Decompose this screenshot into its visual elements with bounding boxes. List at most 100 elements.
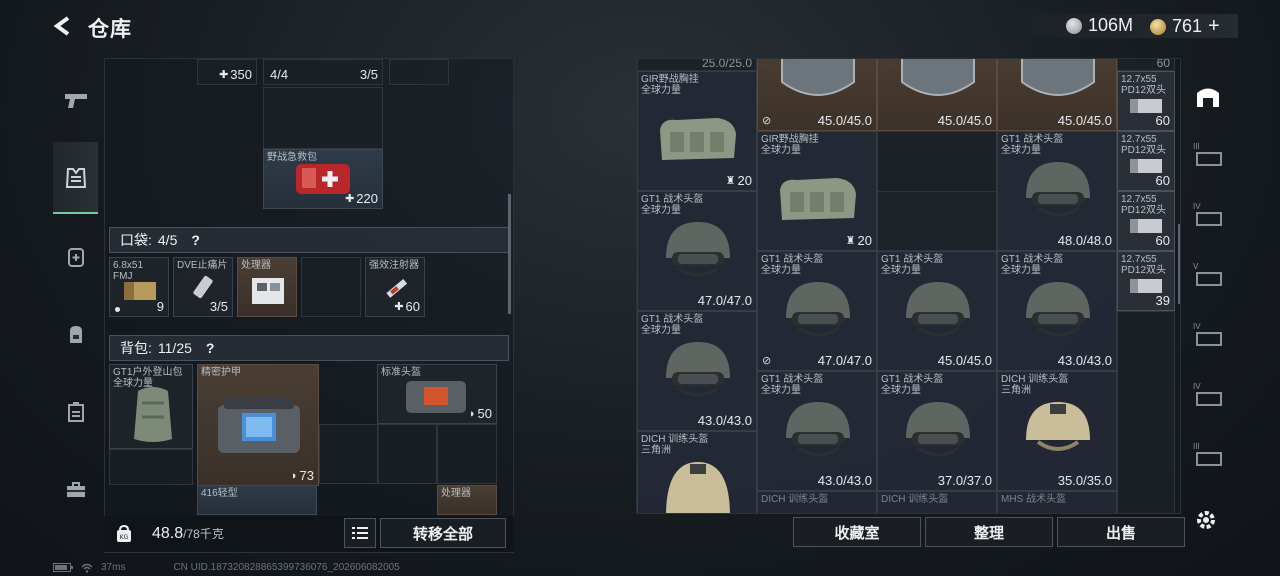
collection-room-button[interactable]: 收藏室 — [793, 517, 921, 547]
stash-item-helmet[interactable]: GT1 战术头盔 全球力量 45.0/45.0 — [877, 251, 997, 371]
item-name: GT1 战术头盔 全球力量 — [641, 314, 704, 336]
item-value: 3/5 — [360, 67, 378, 82]
tactical-helmet-icon — [906, 282, 970, 337]
stash-slot[interactable] — [877, 191, 997, 251]
chest-rig-icon — [660, 118, 736, 160]
item-slot[interactable] — [263, 87, 383, 149]
stash-item-helmet[interactable]: GT1 战术头盔 全球力量 43.0/43.0 — [997, 251, 1117, 371]
backpack-slot[interactable] — [377, 424, 437, 484]
stash-item-helmet[interactable]: GT1 战术头盔 全球力量 43.0/43.0 — [757, 371, 877, 491]
pocket-slot[interactable]: 处理器 — [237, 257, 297, 317]
status-footer: 37ms CN UID.187320828865399736076_202606… — [53, 562, 400, 573]
tab-storage-5[interactable]: V — [1187, 246, 1229, 306]
item-value: 47.0/47.0 — [817, 353, 872, 368]
item-value: 45.0/45.0 — [938, 113, 992, 128]
stash-item-helmet[interactable]: DICH 训练头盔 — [877, 491, 997, 513]
stash-item-helmet[interactable]: DICH 训练头盔 — [757, 491, 877, 513]
weight-current: 48.8 — [152, 525, 184, 542]
tab-storage-4a[interactable]: IV — [1187, 186, 1229, 246]
stash-item-chest-rig[interactable]: GIR野战胸挂 全球力量 ♜ 20 — [757, 131, 877, 251]
backpack-item[interactable]: 标准头盔 ◗ 50 — [377, 364, 497, 424]
backpack-slot[interactable] — [319, 424, 379, 484]
pocket-slot[interactable]: 6.8x51 FMJ 9 — [109, 257, 169, 317]
stash-item-helmet[interactable]: GT1 战术头盔 全球力量 47.0/47.0 — [637, 191, 757, 311]
item-name: GT1 战术头盔 全球力量 — [641, 194, 704, 216]
stash-item[interactable]: 25.0/25.0 — [637, 59, 757, 71]
svg-text:KG: KG — [120, 534, 129, 541]
stash-item-visor[interactable]: 45.0/45.0 ⊘ — [757, 59, 877, 131]
stash-item-helmet[interactable]: GT1 战术头盔 全球力量 47.0/47.0 ⊘ — [757, 251, 877, 371]
stash-item-ammo[interactable]: 12.7x55 PD12双头 60 — [1117, 71, 1175, 131]
item-name: 12.7x55 PD12双头 — [1121, 194, 1167, 216]
armor-case-icon — [218, 397, 300, 453]
sidebar-item-toolbox[interactable] — [53, 454, 98, 526]
sidebar-item-medical[interactable] — [53, 221, 98, 293]
sidebar-item-gear[interactable] — [53, 142, 98, 214]
pockets-help-button[interactable]: ? — [191, 232, 200, 248]
stash-slot[interactable] — [1117, 311, 1175, 513]
tab-storage-3b[interactable]: III — [1187, 426, 1229, 486]
item-firstaid-kit[interactable]: 野战急救包 ✚ 220 — [263, 149, 383, 209]
backpack-item[interactable]: 精密护甲 ◗ 73 — [197, 364, 319, 486]
chest-rig-icon — [780, 178, 856, 220]
item-value-text: 220 — [356, 191, 378, 206]
case-icon — [67, 402, 84, 422]
backpack-count: 11/25 — [157, 340, 192, 356]
scrollbar[interactable] — [508, 194, 511, 314]
tab-storage-3[interactable]: III — [1187, 126, 1229, 186]
item-slot[interactable] — [389, 59, 449, 85]
standard-helmet-case-icon — [406, 381, 466, 413]
stash-item-helmet[interactable]: GT1 战术头盔 全球力量 48.0/48.0 — [997, 131, 1117, 251]
weight-icon: KG — [110, 520, 138, 548]
backpack-item[interactable]: 处理器 — [437, 485, 497, 515]
stash-item-helmet[interactable]: DICH 训练头盔 三角洲 — [637, 431, 757, 513]
stash-item-visor[interactable]: 45.0/45.0 — [997, 59, 1117, 131]
sidebar-item-containers[interactable] — [53, 376, 98, 448]
stash-item-visor[interactable]: 45.0/45.0 — [877, 59, 997, 131]
stash-item-helmet[interactable]: GT1 战术头盔 全球力量 37.0/37.0 — [877, 371, 997, 491]
stash-item-ammo[interactable]: 12.7x55 PD12双头 60 — [1117, 131, 1175, 191]
item-value-text: 45.0/45.0 — [1057, 113, 1112, 128]
stash-item-helmet[interactable]: DICH 训练头盔 三角洲 35.0/35.0 — [997, 371, 1117, 491]
tab-stash-home[interactable] — [1187, 66, 1229, 126]
list-view-button[interactable] — [344, 518, 376, 548]
stash-item-helmet[interactable]: GT1 战术头盔 全球力量 43.0/43.0 — [637, 311, 757, 431]
sort-button[interactable]: 整理 — [925, 517, 1053, 547]
left-bottom-bar: KG 48.8/78千克 转移全部 — [104, 516, 514, 552]
stash-item[interactable]: 60 — [1117, 59, 1175, 71]
tab-storage-4b[interactable]: IV — [1187, 306, 1229, 366]
toolbox-icon — [66, 482, 85, 497]
backpack-help-button[interactable]: ? — [206, 340, 215, 356]
item-slot[interactable]: 4/4 3/5 — [263, 59, 383, 85]
pocket-slot[interactable]: DVE止痛片 3/5 — [173, 257, 233, 317]
pocket-slot[interactable]: 强效注射器 ✚ 60 — [365, 257, 425, 317]
stash-item-chest-rig[interactable]: GIR野战胸挂 全球力量 ♜ 20 — [637, 71, 757, 191]
currency-gold[interactable]: 761 + — [1150, 15, 1220, 38]
pockets-count: 4/5 — [157, 232, 178, 248]
stash-item-ammo[interactable]: 12.7x55 PD12双头 60 — [1117, 191, 1175, 251]
pocket-slot[interactable] — [301, 257, 361, 317]
backpack-label: 背包: — [120, 340, 152, 356]
stash-item-helmet[interactable]: MHS 战术头盔 — [997, 491, 1117, 513]
item-name: GIR野战胸挂 全球力量 — [761, 134, 819, 156]
item-value-text: 4/4 — [270, 67, 289, 82]
sidebar-item-weapons[interactable] — [53, 64, 98, 136]
currency-gold-value: 761 — [1172, 16, 1203, 36]
sidebar-item-backpack[interactable] — [53, 298, 98, 370]
visor-icon — [781, 59, 855, 96]
item-slot[interactable]: ✚ 350 — [197, 59, 257, 85]
backpack-slot[interactable] — [109, 449, 193, 485]
add-currency-button[interactable]: + — [1208, 15, 1220, 38]
settings-button[interactable] — [1192, 506, 1220, 534]
sell-button[interactable]: 出售 — [1057, 517, 1185, 547]
backpack-slot[interactable] — [437, 424, 497, 484]
backpack-item[interactable]: 416轻型 — [197, 485, 317, 515]
tab-storage-4c[interactable]: IV — [1187, 366, 1229, 426]
backpack-item[interactable]: GT1户外登山包 全球力量 — [109, 364, 193, 449]
transfer-all-button[interactable]: 转移全部 — [380, 518, 506, 548]
inventory-panel: ✚ 350 4/4 3/5 野战急救包 ✚ 220 口袋: 4/5 ? 6.8x51… — [104, 58, 514, 553]
back-button[interactable] — [50, 12, 76, 40]
stash-item-ammo[interactable]: 12.7x55 PD12双头 39 — [1117, 251, 1175, 311]
item-name: MHS 战术头盔 — [1001, 494, 1066, 505]
scrollbar[interactable] — [1178, 224, 1180, 304]
